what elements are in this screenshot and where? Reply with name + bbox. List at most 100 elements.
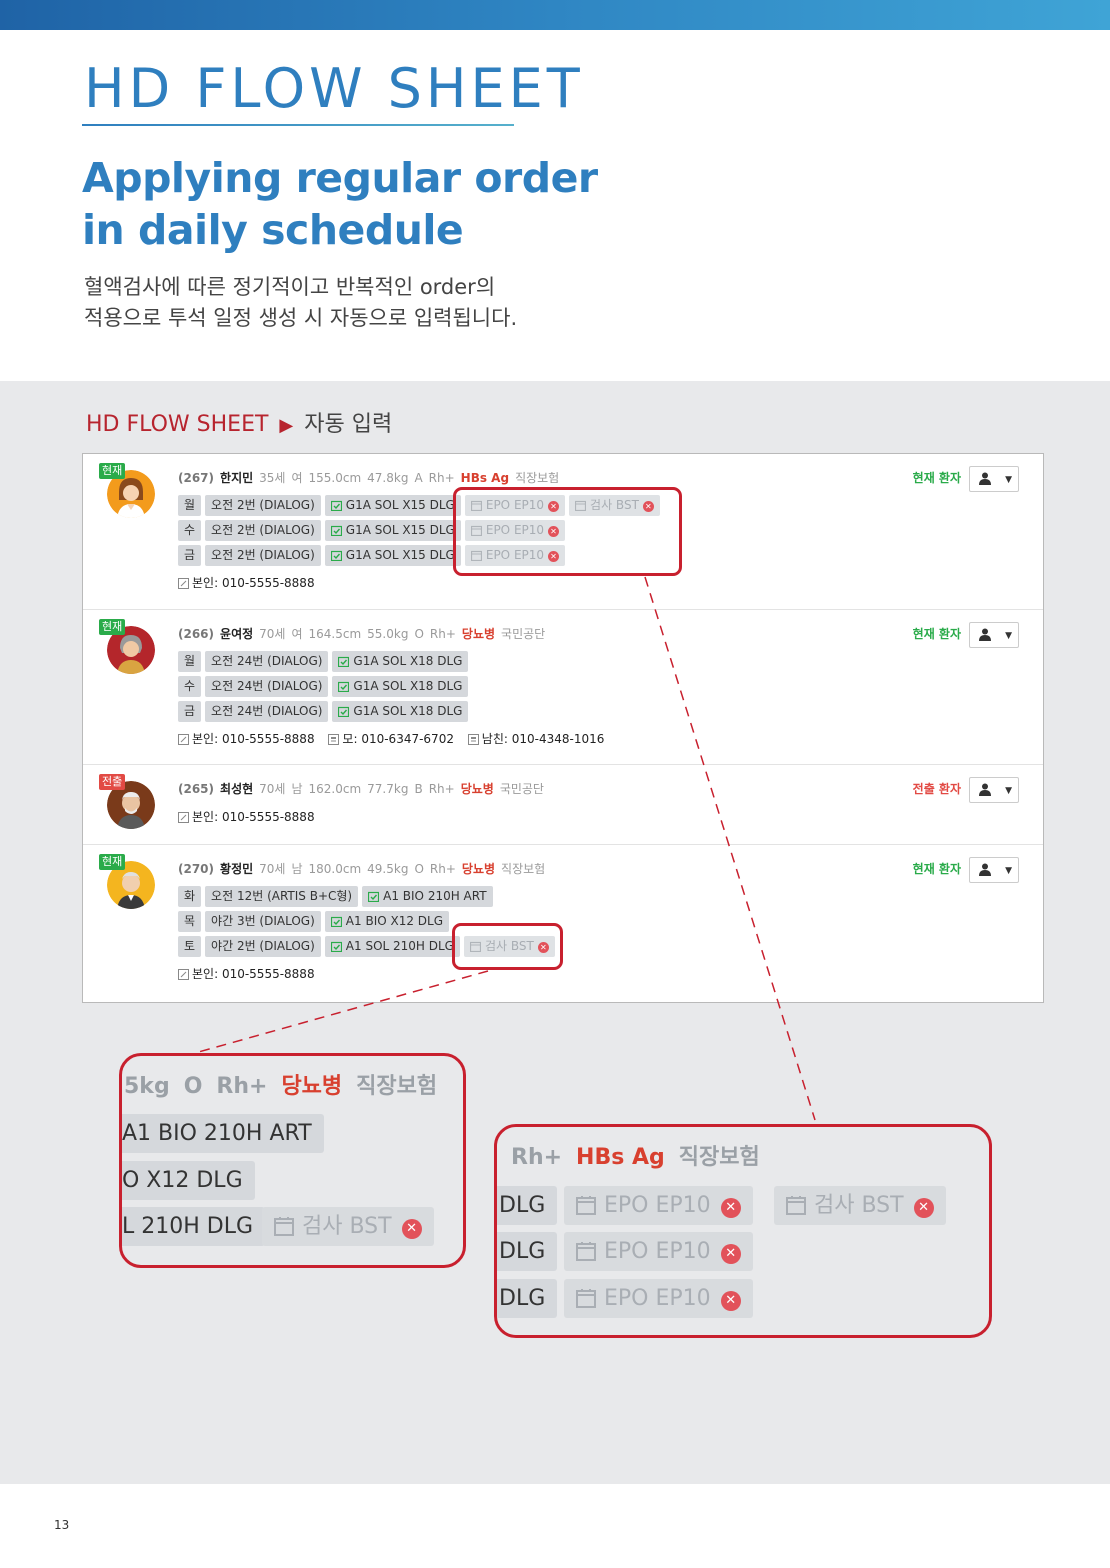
order-tag[interactable]: G1A SOL X18 DLG <box>332 701 469 722</box>
document-title: HD FLOW SHEET <box>84 57 584 120</box>
title-underline <box>82 124 514 126</box>
user-menu-dropdown[interactable]: ▼ <box>969 622 1019 648</box>
zoom-info-line: 5kg O Rh+ 당뇨병 직장보험 <box>122 1068 437 1100</box>
contact-item[interactable]: 본인: 010-5555-8888 <box>178 810 315 824</box>
patient-insurance: 국민공단 <box>501 627 546 641</box>
session-tag[interactable]: 오전 12번 (ARTIS B+C형) <box>205 886 359 907</box>
contact-item[interactable]: 본인: 010-5555-8888 <box>178 732 315 746</box>
patient-name[interactable]: 황정민 <box>220 862 253 876</box>
zoom-auto-order-label: 검사 BST <box>302 1214 392 1239</box>
order-tag[interactable]: A1 SOL 210H DLG <box>324 936 460 957</box>
session-tag[interactable]: 오전 2번 (DIALOG) <box>205 520 321 541</box>
calendar-icon <box>576 1242 596 1261</box>
calendar-check-icon <box>330 550 342 562</box>
schedule-row: 토 야간 2번 (DIALOG) A1 SOL 210H DLG 검사 BST ✕ <box>178 936 559 961</box>
schedule: 월 오전 2번 (DIALOG) G1A SOL X15 DLG EPO EP10 ✕ 검… <box>178 495 664 570</box>
session-tag[interactable]: 오전 2번 (DIALOG) <box>205 545 321 566</box>
play-arrow-icon: ▶ <box>279 415 294 436</box>
description: 혈액검사에 따른 정기적이고 반복적인 order의 적용으로 투석 일정 생성… <box>84 272 517 334</box>
contact-text: 본인: 010-5555-8888 <box>192 967 315 981</box>
zoom-auto-order-tag: 검사 BST ✕ <box>774 1186 946 1225</box>
zoom-insurance: 직장보험 <box>356 1074 438 1099</box>
contact-item[interactable]: 남친: 010-4348-1016 <box>467 732 604 746</box>
patient-row[interactable]: 현재 (266) 윤여정 70세 여 164.5cm 55.0kg O Rh+ 당뇨병 국민공단 … <box>83 610 1043 765</box>
patient-name[interactable]: 윤여정 <box>220 627 253 641</box>
zoom-order-tag: DLG <box>497 1232 558 1271</box>
order-label: G1A SOL X18 DLG <box>353 654 463 668</box>
zoom-auto-order-label: EPO EP10 <box>604 1193 711 1218</box>
session-tag[interactable]: 오전 24번 (DIALOG) <box>205 676 329 697</box>
patient-row[interactable]: 전출 (265) 최성현 70세 남 162.0cm 77.7kg B Rh+ 당뇨병 국민공단 … <box>83 765 1043 845</box>
patient-row[interactable]: 현재 (267) 한지민 35세 여 155.0cm 47.8kg A Rh+ HBs Ag 직장… <box>83 454 1043 610</box>
remove-circle-icon[interactable]: ✕ <box>548 501 560 512</box>
user-menu-dropdown[interactable]: ▼ <box>969 857 1019 883</box>
patient-sex: 여 <box>291 627 303 641</box>
session-tag[interactable]: 야간 2번 (DIALOG) <box>205 936 321 957</box>
user-menu-dropdown[interactable]: ▼ <box>969 777 1019 803</box>
remove-circle-icon[interactable]: ✕ <box>537 942 549 953</box>
user-menu-dropdown[interactable]: ▼ <box>969 466 1019 492</box>
zoom-order-tag: A1 BIO 210H ART <box>122 1114 324 1153</box>
patient-status: 전출 환자 <box>912 782 961 796</box>
day-tag: 수 <box>178 676 202 697</box>
remove-circle-icon: ✕ <box>720 1198 741 1218</box>
chevron-down-icon: ▼ <box>1005 866 1012 876</box>
calendar-icon <box>470 550 482 562</box>
top-banner-bar <box>0 0 1110 30</box>
schedule-row: 수 오전 2번 (DIALOG) G1A SOL X15 DLG EPO EP10 ✕ <box>178 520 664 545</box>
contact-item[interactable]: 본인: 010-5555-8888 <box>178 576 315 590</box>
section-label: HD FLOW SHEET ▶ 자동 입력 <box>86 408 392 443</box>
order-label: A1 BIO 210H ART <box>383 889 487 903</box>
auto-order-tag[interactable]: EPO EP10 ✕ <box>464 520 566 541</box>
auto-order-tag[interactable]: EPO EP10 ✕ <box>464 545 566 566</box>
day-tag: 수 <box>178 520 202 541</box>
order-tag[interactable]: G1A SOL X18 DLG <box>332 676 469 697</box>
zoom-callout-left: 5kg O Rh+ 당뇨병 직장보험 A1 BIO 210H ART O X12 DLG… <box>119 1053 466 1268</box>
chevron-down-icon: ▼ <box>1005 475 1012 485</box>
user-icon <box>979 472 991 485</box>
zoom-rh: Rh+ <box>511 1145 563 1170</box>
patient-disease: 당뇨병 <box>461 862 496 876</box>
remove-circle-icon: ✕ <box>720 1244 741 1264</box>
patient-name[interactable]: 한지민 <box>220 471 253 485</box>
contact-item[interactable]: 본인: 010-5555-8888 <box>178 967 315 981</box>
remove-circle-icon[interactable]: ✕ <box>548 526 560 537</box>
remove-circle-icon[interactable]: ✕ <box>548 551 560 562</box>
order-tag[interactable]: G1A SOL X15 DLG <box>324 520 461 541</box>
patient-name[interactable]: 최성현 <box>220 782 253 796</box>
order-tag[interactable]: G1A SOL X18 DLG <box>332 651 469 672</box>
order-tag[interactable]: A1 BIO X12 DLG <box>324 911 450 932</box>
auto-order-tag[interactable]: EPO EP10 ✕ <box>464 495 566 516</box>
session-tag[interactable]: 야간 3번 (DIALOG) <box>205 911 321 932</box>
calendar-icon <box>470 500 482 512</box>
remove-circle-icon[interactable]: ✕ <box>642 501 654 512</box>
order-tag[interactable]: G1A SOL X15 DLG <box>324 495 461 516</box>
patient-info: (270) 황정민 70세 남 180.0cm 49.5kg O Rh+ 당뇨병 직장보험 <box>178 861 551 877</box>
zoom-auto-order-tag: EPO EP10 ✕ <box>564 1279 753 1318</box>
patient-blood: A <box>414 471 423 485</box>
contact-item[interactable]: 모: 010-6347-6702 <box>328 732 454 746</box>
patient-disease: 당뇨병 <box>461 627 496 641</box>
day-tag: 토 <box>178 936 202 957</box>
auto-order-tag[interactable]: 검사 BST ✕ <box>569 495 660 516</box>
session-tag[interactable]: 오전 24번 (DIALOG) <box>205 701 329 722</box>
schedule-row: 수 오전 24번 (DIALOG) G1A SOL X18 DLG <box>178 676 472 701</box>
patient-rh: Rh+ <box>429 627 456 641</box>
headline-line-2: in daily schedule <box>82 206 464 254</box>
day-tag: 월 <box>178 495 202 516</box>
auto-order-tag[interactable]: 검사 BST ✕ <box>463 936 555 957</box>
order-label: A1 BIO X12 DLG <box>345 914 444 928</box>
patient-row[interactable]: 현재 (270) 황정민 70세 남 180.0cm 49.5kg O Rh+ 당뇨병 직장보험 … <box>83 845 1043 1002</box>
order-tag[interactable]: G1A SOL X15 DLG <box>324 545 461 566</box>
session-tag[interactable]: 오전 24번 (DIALOG) <box>205 651 329 672</box>
calendar-check-icon <box>330 500 342 512</box>
schedule: 화 오전 12번 (ARTIS B+C형) A1 BIO 210H ART 목 야간 … <box>178 886 559 961</box>
phone-icon <box>178 812 189 823</box>
calendar-check-icon <box>330 916 342 928</box>
zoom-order-tag: DLG <box>497 1186 558 1225</box>
order-tag[interactable]: A1 BIO 210H ART <box>362 886 493 907</box>
page-number: 13 <box>54 1518 70 1532</box>
zoom-weight: 5kg <box>124 1074 170 1099</box>
contact-text: 본인: 010-5555-8888 <box>192 732 315 746</box>
session-tag[interactable]: 오전 2번 (DIALOG) <box>205 495 321 516</box>
